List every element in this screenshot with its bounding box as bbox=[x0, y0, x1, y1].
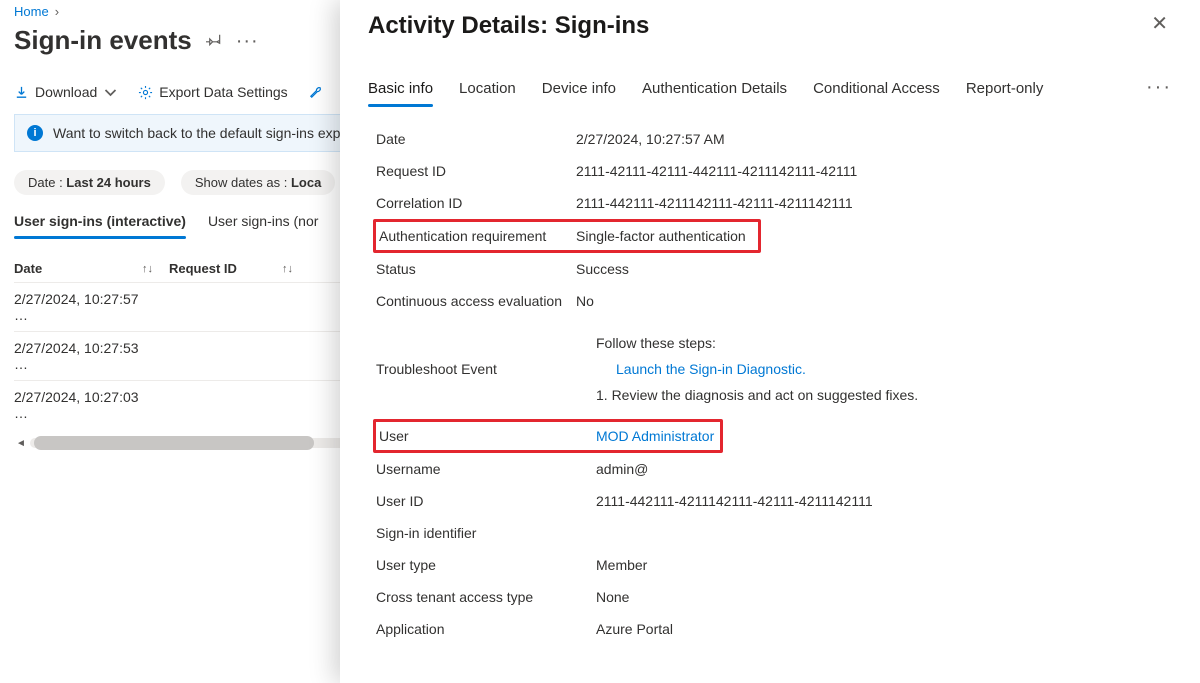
label-user: User bbox=[379, 428, 596, 444]
label-signin-identifier: Sign-in identifier bbox=[376, 525, 596, 541]
tab-location[interactable]: Location bbox=[459, 76, 516, 107]
col-header-date-label: Date bbox=[14, 261, 42, 276]
scroll-thumb[interactable] bbox=[34, 436, 314, 450]
value-user-type: Member bbox=[596, 557, 1172, 573]
value-status: Success bbox=[576, 261, 1172, 277]
chevron-right-icon: › bbox=[55, 4, 59, 19]
value-application: Azure Portal bbox=[596, 621, 1172, 637]
label-status: Status bbox=[376, 261, 576, 277]
gear-icon bbox=[138, 85, 153, 100]
panel-header: Activity Details: Sign-ins ✕ bbox=[368, 12, 1172, 40]
highlight-user: User MOD Administrator bbox=[373, 419, 723, 453]
info-bar-text: Want to switch back to the default sign-… bbox=[53, 125, 356, 141]
row-cae: Continuous access evaluation No bbox=[376, 285, 1172, 317]
value-cross-tenant: None bbox=[596, 589, 1172, 605]
label-request-id: Request ID bbox=[376, 163, 576, 179]
filter-showdates-pill[interactable]: Show dates as : Loca bbox=[181, 170, 335, 195]
tab-device-info[interactable]: Device info bbox=[542, 76, 616, 107]
panel-title: Activity Details: Sign-ins bbox=[368, 12, 649, 40]
close-icon[interactable]: ✕ bbox=[1147, 12, 1172, 36]
value-correlation-id: 2111-442111-4211142111-42111-4211142111 bbox=[576, 195, 1172, 211]
tab-interactive[interactable]: User sign-ins (interactive) bbox=[14, 207, 186, 237]
sort-icon: ↑↓ bbox=[282, 263, 293, 275]
row-status: Status Success bbox=[376, 253, 1172, 285]
label-cross-tenant: Cross tenant access type bbox=[376, 589, 596, 605]
label-username: Username bbox=[376, 461, 596, 477]
filter-show-prefix: Show dates as : bbox=[195, 175, 291, 190]
label-user-type: User type bbox=[376, 557, 596, 573]
row-cross-tenant: Cross tenant access type None bbox=[376, 581, 1172, 613]
row-user-id: User ID 2111-442111-4211142111-42111-421… bbox=[376, 485, 1172, 517]
tab-noninteractive[interactable]: User sign-ins (nor bbox=[208, 207, 318, 237]
tab-basic-info[interactable]: Basic info bbox=[368, 76, 433, 107]
row-date: Date 2/27/2024, 10:27:57 AM bbox=[376, 123, 1172, 155]
label-application: Application bbox=[376, 621, 596, 637]
tab-report-only[interactable]: Report-only bbox=[966, 76, 1044, 107]
value-user-id: 2111-442111-4211142111-42111-4211142111 bbox=[596, 493, 1172, 509]
label-cae: Continuous access evaluation bbox=[376, 293, 576, 309]
highlight-auth-requirement: Authentication requirement Single-factor… bbox=[373, 219, 761, 253]
value-date: 2/27/2024, 10:27:57 AM bbox=[576, 131, 1172, 147]
more-icon[interactable]: ··· bbox=[1146, 76, 1172, 107]
value-cae: No bbox=[576, 293, 1172, 309]
row-user-type: User type Member bbox=[376, 549, 1172, 581]
row-troubleshoot: Troubleshoot Event Follow these steps: L… bbox=[376, 335, 1172, 403]
filter-date-pill[interactable]: Date : Last 24 hours bbox=[14, 170, 165, 195]
panel-tabs: Basic info Location Device info Authenti… bbox=[368, 76, 1172, 107]
row-correlation-id: Correlation ID 2111-442111-4211142111-42… bbox=[376, 187, 1172, 219]
breadcrumb-home[interactable]: Home bbox=[14, 4, 49, 19]
download-button[interactable]: Download bbox=[14, 84, 118, 100]
download-label: Download bbox=[35, 84, 97, 100]
value-signin-identifier bbox=[596, 525, 1172, 541]
label-user-id: User ID bbox=[376, 493, 596, 509]
export-settings-button[interactable]: Export Data Settings bbox=[138, 84, 287, 100]
col-header-requestid-label: Request ID bbox=[169, 261, 237, 276]
filter-show-value: Loca bbox=[291, 175, 321, 190]
activity-details-panel: Activity Details: Sign-ins ✕ Basic info … bbox=[340, 0, 1200, 683]
label-correlation-id: Correlation ID bbox=[376, 195, 576, 211]
filter-date-value: Last 24 hours bbox=[66, 175, 151, 190]
filter-date-prefix: Date : bbox=[28, 175, 66, 190]
row-signin-identifier: Sign-in identifier bbox=[376, 517, 1172, 549]
label-date: Date bbox=[376, 131, 576, 147]
user-link[interactable]: MOD Administrator bbox=[596, 428, 714, 444]
troubleshoot-steps: Follow these steps: Launch the Sign-in D… bbox=[576, 335, 1172, 403]
troubleshoot-follow: Follow these steps: bbox=[596, 335, 1172, 351]
troubleshoot-toolbar-button[interactable] bbox=[308, 85, 323, 100]
page-title: Sign-in events bbox=[14, 25, 192, 56]
wrench-icon bbox=[308, 85, 323, 100]
cell-date: 2/27/2024, 10:27:57 … bbox=[14, 291, 159, 323]
tab-conditional-access[interactable]: Conditional Access bbox=[813, 76, 940, 107]
value-username: admin@ bbox=[596, 461, 1172, 477]
row-application: Application Azure Portal bbox=[376, 613, 1172, 645]
troubleshoot-review: 1. Review the diagnosis and act on sugge… bbox=[596, 387, 1172, 403]
launch-diagnostic-link[interactable]: Launch the Sign-in Diagnostic. bbox=[596, 361, 1172, 377]
pin-icon[interactable] bbox=[206, 31, 222, 50]
row-username: Username admin@ bbox=[376, 453, 1172, 485]
more-icon[interactable]: ··· bbox=[236, 36, 259, 46]
row-auth-requirement: Authentication requirement Single-factor… bbox=[379, 224, 758, 248]
row-user: User MOD Administrator bbox=[379, 424, 720, 448]
chevron-down-icon bbox=[103, 85, 118, 100]
download-icon bbox=[14, 85, 29, 100]
value-user: MOD Administrator bbox=[596, 428, 720, 444]
col-header-date[interactable]: Date ↑↓ bbox=[14, 261, 159, 276]
col-header-requestid[interactable]: Request ID ↑↓ bbox=[169, 261, 299, 276]
tab-authentication-details[interactable]: Authentication Details bbox=[642, 76, 787, 107]
export-settings-label: Export Data Settings bbox=[159, 84, 287, 100]
label-auth-requirement: Authentication requirement bbox=[379, 228, 576, 244]
row-request-id: Request ID 2111-42111-42111-442111-42111… bbox=[376, 155, 1172, 187]
info-icon: i bbox=[27, 125, 43, 141]
value-auth-requirement: Single-factor authentication bbox=[576, 228, 758, 244]
cell-date: 2/27/2024, 10:27:03 … bbox=[14, 389, 159, 421]
value-request-id: 2111-42111-42111-442111-4211142111-42111 bbox=[576, 163, 1172, 179]
sort-icon: ↑↓ bbox=[142, 263, 153, 275]
cell-date: 2/27/2024, 10:27:53 … bbox=[14, 340, 159, 372]
scroll-left-icon[interactable]: ◄ bbox=[14, 435, 28, 451]
label-troubleshoot: Troubleshoot Event bbox=[376, 361, 576, 377]
